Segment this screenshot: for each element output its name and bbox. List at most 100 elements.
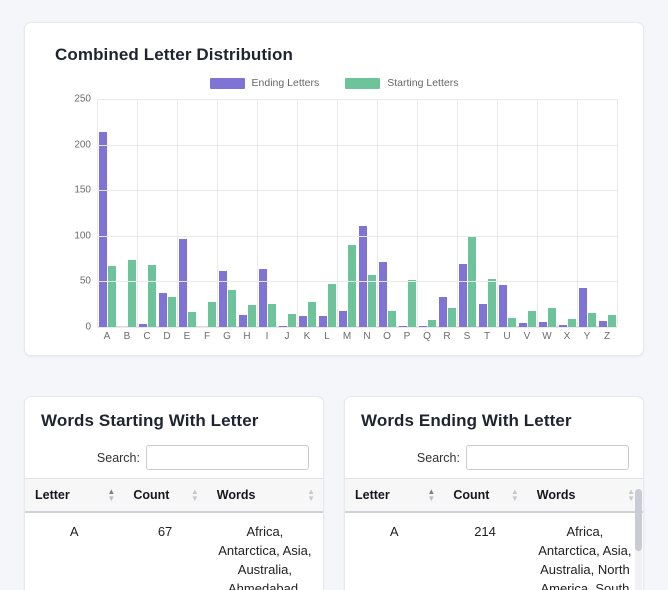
cell-words: Africa, Antarctica, Asia, Australia, Ahm… [206,512,323,590]
chart-gridline [97,327,617,328]
chart-bar-group[interactable] [317,99,337,327]
chart-bar-group[interactable] [437,99,457,327]
chart-bar-group[interactable] [297,99,317,327]
words-starting-table: Letter ▲ ▼ Count ▲ ▼ Words ▲ ▼ A 67 Afri… [25,478,323,590]
chart-gridline [97,190,617,192]
chart-bar[interactable] [507,317,516,327]
chart-bar[interactable] [158,293,167,327]
chart-bar[interactable] [547,307,556,327]
column-header-letter-label: Letter [355,488,390,502]
chart-plot-area[interactable]: 0 50 100 150 200 250 A B C D E F G H I J K L MN O P Q R S T U VWX… [41,94,627,343]
chart-bar[interactable] [607,315,616,327]
chart-bar[interactable] [298,316,307,327]
chart-bar[interactable] [487,278,496,327]
chart-bar-group[interactable] [257,99,277,327]
search-input-ending[interactable] [466,445,629,470]
chart-bar[interactable] [307,302,316,327]
column-header-words[interactable]: Words ▲ ▼ [206,478,323,513]
chart-bar-group[interactable] [117,99,137,327]
chart-bar[interactable] [247,305,256,327]
chart-bar-group[interactable] [517,99,537,327]
chart-bar[interactable] [178,238,187,327]
chart-bar[interactable] [378,262,387,327]
column-header-count[interactable]: Count ▲ ▼ [123,478,207,513]
chart-bar[interactable] [287,314,296,327]
chart-bar[interactable] [407,279,416,327]
chart-bar-group[interactable] [357,99,377,327]
chart-bar[interactable] [167,296,176,327]
chart-bar[interactable] [527,310,536,327]
chart-bar-group[interactable] [97,99,117,327]
chart-x-tick: G [223,331,231,342]
chart-bar[interactable] [218,271,227,327]
chart-bar[interactable] [358,225,367,327]
chart-x-tick: C [143,331,151,342]
chart-bar[interactable] [587,313,596,327]
chart-gridline [97,281,617,283]
cell-count: 67 [123,512,207,590]
chart-bar[interactable] [127,259,136,327]
chart-bar[interactable] [227,289,236,327]
chart-bar[interactable] [318,316,327,327]
chart-x-tick: M [342,331,352,342]
chart-bar-group[interactable] [337,99,357,327]
chart-bar-group[interactable] [197,99,217,327]
chart-bar[interactable] [327,284,336,327]
legend-item-starting-letters[interactable]: Starting Letters [345,77,458,89]
chart-bar-group[interactable] [277,99,297,327]
legend-swatch-ending-letters [209,77,245,89]
chart-bar[interactable] [438,296,447,327]
chart-bar[interactable] [258,268,267,327]
chart-bar[interactable] [207,302,216,327]
chart-bar[interactable] [187,311,196,327]
chart-bar[interactable] [567,318,576,327]
table-scrollbar[interactable] [635,489,642,590]
chart-bar[interactable] [458,264,467,327]
column-header-count[interactable]: Count ▲ ▼ [443,478,527,513]
chart-bar-group[interactable] [137,99,157,327]
chart-bar[interactable] [347,244,356,327]
chart-bar[interactable] [238,315,247,327]
chart-gridline-vertical [457,99,458,327]
chart-bar-group[interactable] [477,99,497,327]
chart-card: Combined Letter Distribution Ending Lett… [24,22,644,356]
chart-bar-group[interactable] [537,99,557,327]
chart-bar[interactable] [387,310,396,327]
legend-item-ending-letters[interactable]: Ending Letters [209,77,319,89]
column-header-letter[interactable]: Letter ▲ ▼ [25,478,124,513]
chart-bar-group[interactable] [177,99,197,327]
chart-bar-group[interactable] [557,99,577,327]
column-header-letter[interactable]: Letter ▲ ▼ [345,478,444,513]
chart-bar-group[interactable] [497,99,517,327]
chart-bar-group[interactable] [377,99,397,327]
chart-bar-group[interactable] [417,99,437,327]
table-row[interactable]: A 67 Africa, Antarctica, Asia, Australia… [25,512,323,590]
chart-bar-group[interactable] [217,99,237,327]
chart-bar-group[interactable] [157,99,177,327]
chart-bar[interactable] [107,265,116,327]
chart-bar[interactable] [578,287,587,327]
chart-bar[interactable] [98,131,107,327]
cell-count: 214 [443,512,527,590]
page-root: Combined Letter Distribution Ending Lett… [0,0,668,590]
chart-bar[interactable] [267,304,276,327]
table-row[interactable]: A 214 Africa, Antarctica, Asia, Australi… [345,512,643,590]
chart-bar[interactable] [447,307,456,327]
chart-bar[interactable] [338,310,347,327]
chart-bar-group[interactable] [457,99,477,327]
column-header-words[interactable]: Words ▲ ▼ [526,478,643,513]
chart-bar[interactable] [147,264,156,327]
chart-bar-group[interactable] [577,99,597,327]
chart-gridline-vertical [497,99,498,327]
table-scrollbar-thumb[interactable] [635,489,642,551]
chart-gridline-vertical [297,99,298,327]
chart-bar[interactable] [367,275,376,327]
chart-x-tick: D [163,331,171,342]
chart-bar-group[interactable] [397,99,417,327]
chart-bar-group[interactable] [237,99,257,327]
chart-bar-group[interactable] [597,99,617,327]
search-input-starting[interactable] [146,445,309,470]
chart-bar[interactable] [427,319,436,327]
chart-bar[interactable] [498,285,507,327]
chart-bar[interactable] [478,304,487,327]
